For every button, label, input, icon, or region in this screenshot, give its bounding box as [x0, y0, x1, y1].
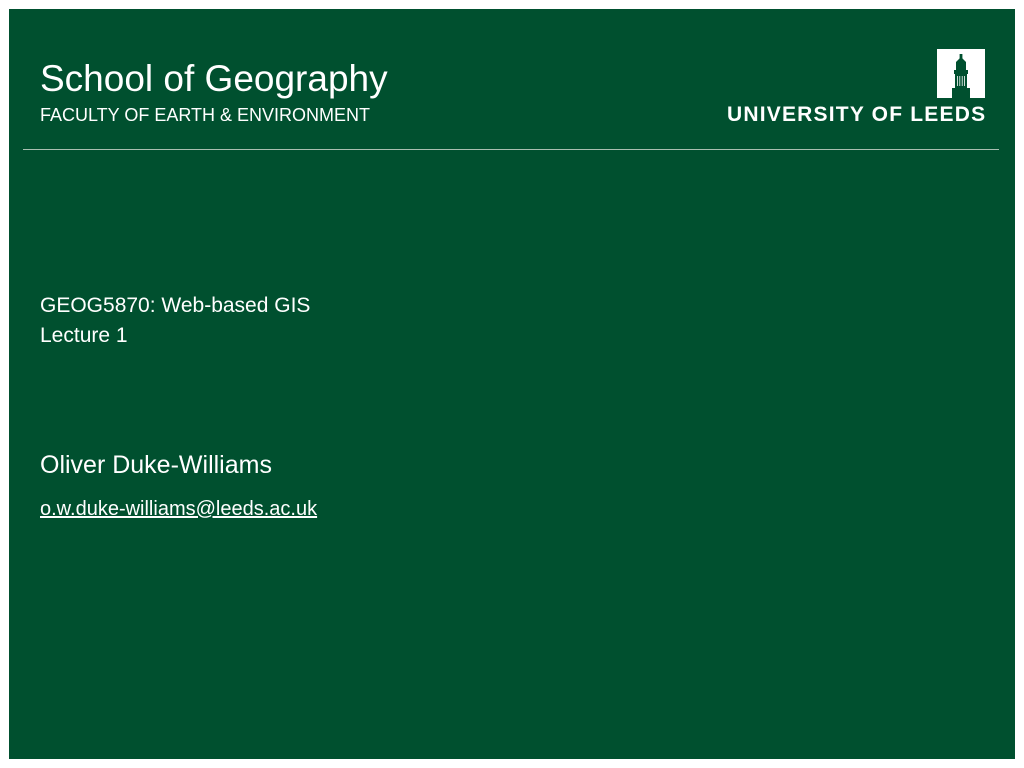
title-slide: School of Geography FACULTY OF EARTH & E… — [9, 9, 1015, 759]
parkinson-tower-icon — [937, 49, 985, 98]
school-title: School of Geography — [40, 58, 388, 99]
course-title: GEOG5870: Web-based GIS — [40, 294, 311, 317]
faculty-name: FACULTY OF EARTH & ENVIRONMENT — [40, 105, 371, 125]
presenter-email-link[interactable]: o.w.duke-williams@leeds.ac.uk — [40, 497, 317, 521]
university-logo: UNIVERSITY OF LEEDS — [727, 49, 987, 129]
course-info: GEOG5870: Web-based GIS Lecture 1 — [40, 291, 310, 351]
presenter-name: Oliver Duke-Williams — [40, 451, 272, 479]
university-name: UNIVERSITY OF LEEDS — [727, 103, 987, 126]
header-divider — [23, 149, 999, 150]
lecture-number: Lecture 1 — [40, 324, 128, 347]
